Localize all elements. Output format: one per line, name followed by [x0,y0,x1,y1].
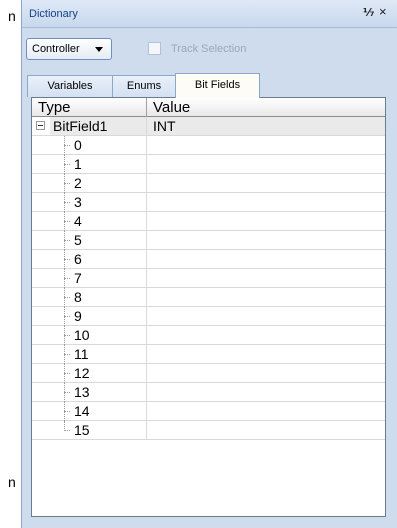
tab-variables[interactable]: Variables [27,75,113,97]
table-row[interactable]: 0 [32,136,385,155]
tree-connector [64,373,70,374]
table-row[interactable]: BitField1 INT [32,117,385,136]
dictionary-panel: Dictionary ⅐ × Controller Track Selectio… [21,0,397,528]
tree-connector [64,259,70,260]
tree-connector [64,278,70,279]
table-row[interactable]: 2 [32,174,385,193]
column-divider [146,117,147,136]
bit-index: 8 [74,289,82,305]
bit-index: 13 [74,384,90,400]
track-selection-checkbox[interactable] [148,42,161,55]
tree-connector [64,183,70,184]
column-divider[interactable] [146,98,147,117]
grid-header: Type Value [32,98,385,117]
tree-connector [64,430,70,431]
tree-connector [64,411,70,412]
table-row[interactable]: 7 [32,269,385,288]
bit-index: 15 [74,422,90,438]
tab-enums[interactable]: Enums [112,75,176,97]
column-divider [146,269,147,288]
table-row[interactable]: 1 [32,155,385,174]
background-text: n [8,474,16,490]
bitfield-value: INT [153,118,176,134]
table-row[interactable]: 11 [32,345,385,364]
bit-index: 7 [74,270,82,286]
bit-index: 12 [74,365,90,381]
column-divider [146,250,147,269]
tree-connector [64,354,70,355]
column-divider [146,364,147,383]
table-row[interactable]: 12 [32,364,385,383]
window-pin-icon[interactable]: ⅐ [363,7,375,19]
tree-connector [64,145,70,146]
bit-index: 14 [74,403,90,419]
table-row[interactable]: 13 [32,383,385,402]
column-divider [146,383,147,402]
close-icon[interactable]: × [379,5,391,18]
tree-connector [64,316,70,317]
bit-index: 9 [74,308,82,324]
controller-dropdown-label: Controller [32,43,80,55]
tree-connector [64,240,70,241]
track-selection-label[interactable]: Track Selection [171,43,246,55]
column-divider [146,212,147,231]
column-divider [146,193,147,212]
bit-index: 4 [74,213,82,229]
chevron-down-icon [95,47,103,52]
background-window: n n [0,0,20,528]
column-header-type[interactable]: Type [38,99,71,116]
column-divider [146,402,147,421]
tree-connector [64,297,70,298]
table-row[interactable]: 9 [32,307,385,326]
table-row[interactable]: 5 [32,231,385,250]
bit-index: 3 [74,194,82,210]
bit-index: 10 [74,327,90,343]
table-row[interactable]: 10 [32,326,385,345]
bit-index: 11 [74,346,89,362]
panel-titlebar[interactable]: Dictionary ⅐ × [22,0,397,28]
table-row[interactable]: 4 [32,212,385,231]
column-header-value[interactable]: Value [153,99,190,116]
column-divider [146,136,147,155]
column-divider [146,345,147,364]
column-divider [146,231,147,250]
background-text: n [8,8,16,24]
collapse-icon[interactable] [36,121,45,130]
table-row[interactable]: 3 [32,193,385,212]
column-divider [146,307,147,326]
bit-index: 1 [74,156,82,172]
tree-connector [64,202,70,203]
column-divider [146,174,147,193]
tree-connector [64,335,70,336]
bit-index: 6 [74,251,82,267]
tab-bit-fields[interactable]: Bit Fields [175,73,260,98]
table-row[interactable]: 8 [32,288,385,307]
bit-index: 5 [74,232,82,248]
column-divider [146,155,147,174]
column-divider [146,288,147,307]
value-cell [147,117,385,135]
bit-index: 2 [74,175,82,191]
tree-connector [64,392,70,393]
bitfields-grid[interactable]: Type Value BitField1 INT 0 1 2 3 4 5 6 7 8 9 10 11 1… [31,97,386,517]
bitfield-name: BitField1 [53,118,108,134]
column-divider [146,421,147,440]
column-divider [146,326,147,345]
table-row[interactable]: 15 [32,421,385,440]
tree-connector [64,221,70,222]
table-row[interactable]: 6 [32,250,385,269]
controller-dropdown[interactable]: Controller [26,38,112,60]
bit-index: 0 [74,137,82,153]
panel-title: Dictionary [29,8,78,20]
table-row[interactable]: 14 [32,402,385,421]
tree-connector [64,164,70,165]
